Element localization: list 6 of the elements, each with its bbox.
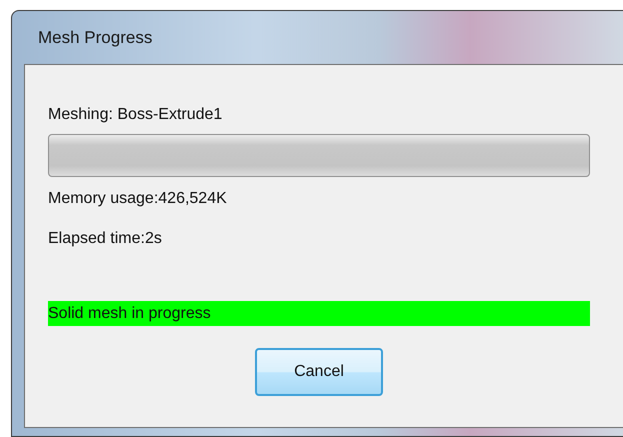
status-message: Solid mesh in progress xyxy=(48,301,590,326)
progress-label: Meshing: Boss-Extrude1 xyxy=(48,105,224,125)
info-text: Memory usage:426,524K xyxy=(48,189,228,209)
window-title: Mesh Progress xyxy=(38,26,152,49)
cancel-button[interactable]: Cancel xyxy=(255,348,383,396)
info-text: Elapsed time:2s xyxy=(48,229,163,249)
